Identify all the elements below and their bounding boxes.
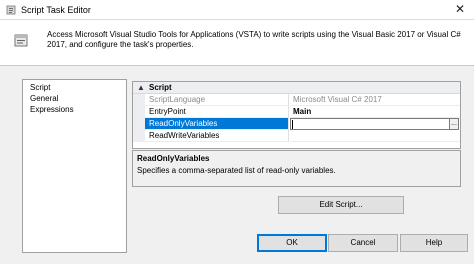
property-row-readonlyvariables[interactable]: ReadOnlyVariables ... xyxy=(133,118,460,130)
cancel-button[interactable]: Cancel xyxy=(328,234,398,252)
title-bar: Script Task Editor ✕ xyxy=(0,0,474,20)
row-gutter xyxy=(133,130,145,142)
property-value[interactable] xyxy=(290,130,460,142)
collapse-arrow-icon[interactable]: ▲ xyxy=(137,83,145,92)
nav-item-script[interactable]: Script xyxy=(30,83,50,92)
category-row-script[interactable]: ▲ Script xyxy=(133,82,460,94)
close-icon: ✕ xyxy=(454,2,466,16)
property-name: ReadOnlyVariables xyxy=(145,118,289,130)
property-row-entrypoint[interactable]: EntryPoint Main xyxy=(133,106,460,118)
ok-button[interactable]: OK xyxy=(257,234,327,252)
text-caret xyxy=(292,120,293,129)
property-grid: ▲ Script ScriptLanguage Microsoft Visual… xyxy=(132,81,461,149)
property-value: Microsoft Visual C# 2017 xyxy=(290,94,460,106)
ellipsis-button[interactable]: ... xyxy=(449,118,459,130)
page-list: Script General Expressions xyxy=(22,79,127,253)
row-gutter xyxy=(133,118,145,130)
category-label: Script xyxy=(149,83,172,92)
readonlyvariables-input[interactable] xyxy=(290,118,450,130)
property-help-box: ReadOnlyVariables Specifies a comma-sepa… xyxy=(132,150,461,187)
script-task-icon xyxy=(14,34,28,47)
row-gutter xyxy=(133,94,145,106)
property-name: ScriptLanguage xyxy=(145,94,289,106)
property-name: ReadWriteVariables xyxy=(145,130,289,142)
header-description: Access Microsoft Visual Studio Tools for… xyxy=(47,30,461,49)
property-row-readwritevariables[interactable]: ReadWriteVariables xyxy=(133,130,460,142)
row-gutter xyxy=(133,106,145,118)
help-text: Specifies a comma-separated list of read… xyxy=(137,166,336,175)
help-title: ReadOnlyVariables xyxy=(137,154,210,163)
property-row-scriptlanguage[interactable]: ScriptLanguage Microsoft Visual C# 2017 xyxy=(133,94,460,106)
property-value[interactable]: Main xyxy=(290,106,460,118)
description-header: Access Microsoft Visual Studio Tools for… xyxy=(0,20,474,66)
property-name: EntryPoint xyxy=(145,106,289,118)
nav-item-general[interactable]: General xyxy=(30,94,58,103)
window-title: Script Task Editor xyxy=(21,5,91,15)
close-button[interactable]: ✕ xyxy=(446,0,474,20)
help-button[interactable]: Help xyxy=(400,234,468,252)
edit-script-button[interactable]: Edit Script... xyxy=(278,196,404,214)
script-task-icon xyxy=(6,5,16,15)
nav-item-expressions[interactable]: Expressions xyxy=(30,105,74,114)
